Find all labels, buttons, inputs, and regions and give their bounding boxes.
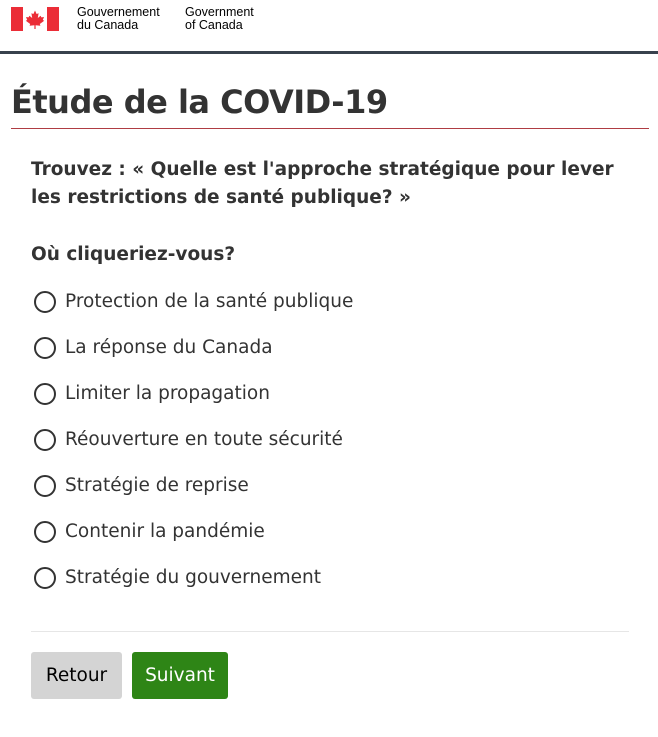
option-6[interactable]: Stratégie du gouvernement — [31, 555, 631, 601]
canada-flag-icon — [11, 7, 59, 31]
radio-button[interactable] — [34, 429, 56, 451]
task-question: Trouvez : « Quelle est l'approche straté… — [31, 159, 614, 208]
radio-button[interactable] — [34, 567, 56, 589]
radio-button[interactable] — [34, 383, 56, 405]
option-3[interactable]: Réouverture en toute sécurité — [31, 417, 631, 463]
option-label: Stratégie du gouvernement — [65, 567, 321, 588]
option-2[interactable]: Limiter la propagation — [31, 371, 631, 417]
divider — [31, 631, 629, 632]
option-label: Protection de la santé publique — [65, 291, 354, 312]
option-label: Stratégie de reprise — [65, 475, 249, 496]
gov-fr-line2: du Canada — [77, 18, 139, 32]
option-0[interactable]: Protection de la santé publique — [31, 279, 631, 325]
click-prompt: Où cliqueriez-vous? — [31, 244, 236, 265]
gov-name-fr[interactable]: Gouvernement du Canada — [77, 6, 160, 32]
answer-options: Protection de la santé publique La répon… — [31, 279, 631, 601]
option-1[interactable]: La réponse du Canada — [31, 325, 631, 371]
gov-en-line2: of Canada — [185, 18, 243, 32]
option-label: La réponse du Canada — [65, 337, 273, 358]
radio-button[interactable] — [34, 521, 56, 543]
option-label: Contenir la pandémie — [65, 521, 265, 542]
option-5[interactable]: Contenir la pandémie — [31, 509, 631, 555]
page-title: Étude de la COVID-19 — [11, 82, 649, 129]
option-4[interactable]: Stratégie de reprise — [31, 463, 631, 509]
radio-button[interactable] — [34, 291, 56, 313]
back-button[interactable]: Retour — [31, 652, 122, 699]
radio-button[interactable] — [34, 475, 56, 497]
option-label: Réouverture en toute sécurité — [65, 429, 343, 450]
radio-button[interactable] — [34, 337, 56, 359]
gov-name-en[interactable]: Government of Canada — [185, 6, 254, 32]
next-button[interactable]: Suivant — [132, 652, 228, 699]
option-label: Limiter la propagation — [65, 383, 270, 404]
site-header: Gouvernement du Canada Government of Can… — [0, 0, 658, 54]
